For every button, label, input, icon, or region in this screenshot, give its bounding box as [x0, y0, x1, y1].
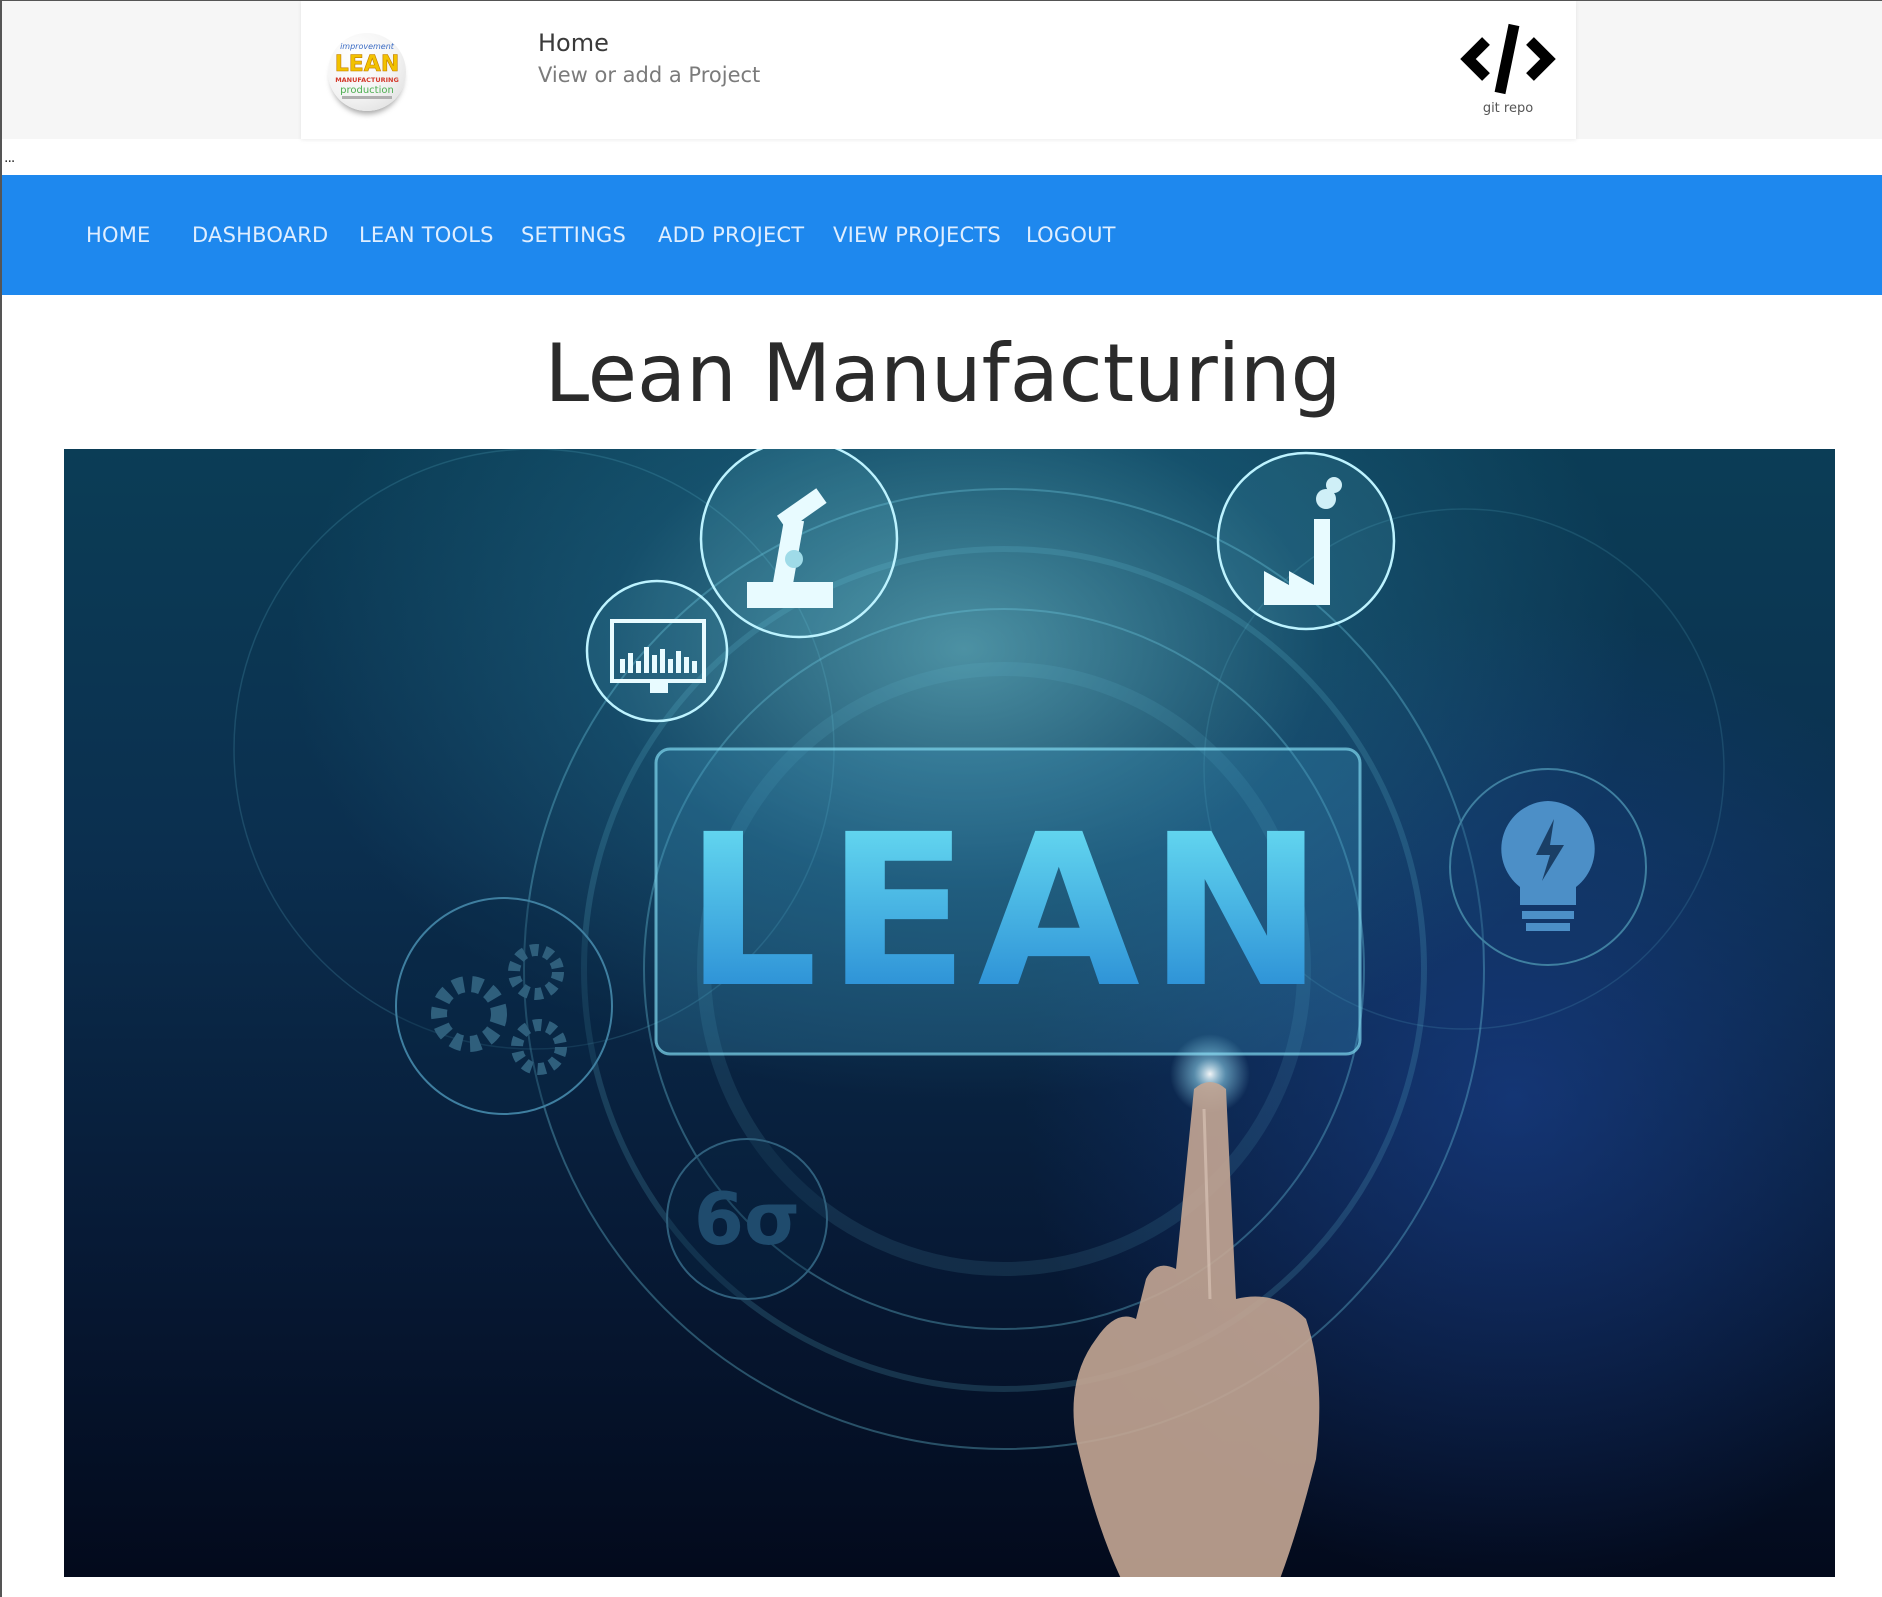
nav-logout[interactable]: LOGOUT: [1026, 223, 1116, 247]
lean-logo-icon[interactable]: improvement LEAN MANUFACTURING productio…: [328, 33, 406, 111]
header-title: Home: [538, 29, 609, 57]
page-title: Lean Manufacturing: [544, 327, 1342, 420]
svg-text:6σ: 6σ: [694, 1177, 800, 1261]
monitor-chart-icon: [585, 579, 729, 723]
robot-arm-icon: [699, 449, 899, 639]
header-subtitle: View or add a Project: [538, 63, 761, 87]
nav-home[interactable]: HOME: [86, 223, 151, 247]
lean-headline: LEAN: [684, 789, 1332, 1034]
header-card: [301, 1, 1576, 139]
svg-text:LEAN: LEAN: [335, 52, 400, 77]
lightbulb-icon: [1449, 768, 1647, 966]
gears-icon: [395, 897, 613, 1115]
factory-icon: [1216, 451, 1396, 631]
main-navbar: HOME DASHBOARD LEAN TOOLS SETTINGS ADD P…: [2, 175, 1882, 295]
git-repo-label: git repo: [1482, 101, 1534, 116]
ellipsis-text: ...: [4, 149, 15, 166]
pointing-hand: [1073, 1034, 1320, 1577]
nav-settings[interactable]: SETTINGS: [521, 223, 626, 247]
six-sigma-icon: 6σ: [666, 1138, 828, 1300]
nav-lean-tools[interactable]: LEAN TOOLS: [359, 223, 494, 247]
code-icon: [1460, 23, 1556, 95]
nav-dashboard[interactable]: DASHBOARD: [192, 223, 328, 247]
git-repo-link[interactable]: git repo: [1456, 19, 1560, 119]
nav-add-project[interactable]: ADD PROJECT: [658, 223, 804, 247]
svg-text:MANUFACTURING: MANUFACTURING: [335, 76, 399, 84]
svg-text:improvement: improvement: [340, 42, 395, 51]
hero-image: 6σ LEAN: [64, 449, 1835, 1577]
nav-view-projects[interactable]: VIEW PROJECTS: [833, 223, 1001, 247]
svg-text:production: production: [340, 85, 394, 96]
